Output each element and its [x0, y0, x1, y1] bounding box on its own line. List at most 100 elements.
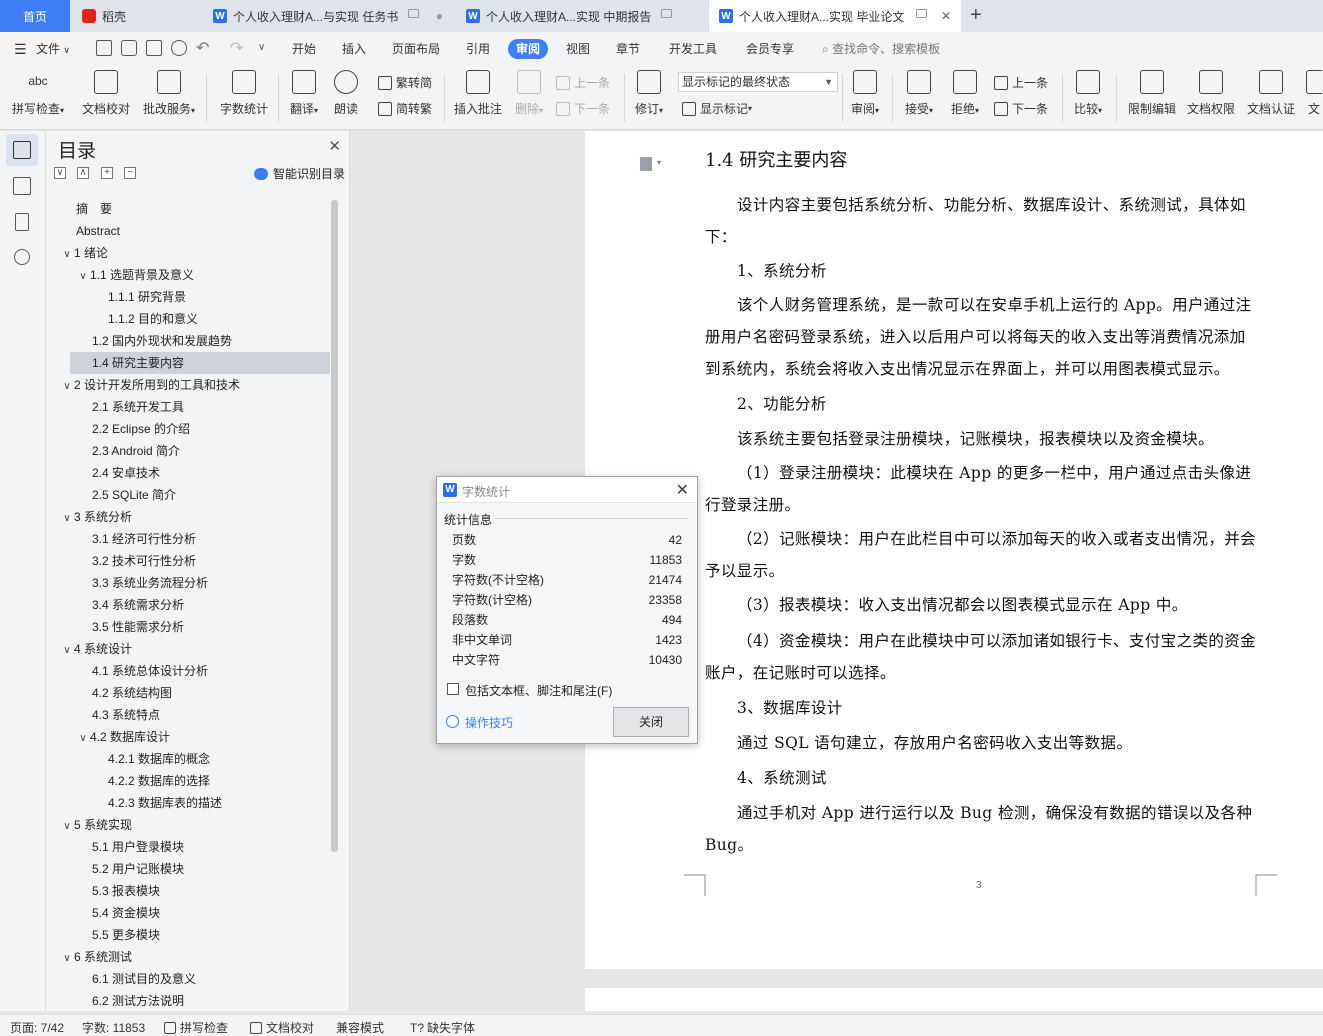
- word-count-button[interactable]: 字数统计: [216, 70, 272, 117]
- document-certify-button[interactable]: 文档认证: [1244, 70, 1298, 117]
- tab-home[interactable]: 首页: [0, 0, 70, 32]
- menu-view[interactable]: 视图: [566, 39, 590, 59]
- redo-icon[interactable]: ↷: [230, 38, 243, 58]
- cloud-icon[interactable]: [661, 9, 672, 18]
- next-change-button[interactable]: 下一条: [994, 100, 1048, 117]
- toc-item[interactable]: ∨ 6 系统测试: [46, 946, 330, 968]
- toc-icon[interactable]: [13, 141, 31, 159]
- close-icon[interactable]: ✕: [328, 137, 341, 155]
- toc-item[interactable]: ∨ 3 系统分析: [46, 506, 330, 528]
- toc-item[interactable]: ∨ 1 绪论: [46, 242, 330, 264]
- chevron-down-icon[interactable]: ∨: [60, 508, 74, 530]
- toc-item[interactable]: 2.2 Eclipse 的介绍: [46, 418, 330, 440]
- menu-member[interactable]: 会员专享: [746, 39, 794, 59]
- page-icon[interactable]: [640, 157, 652, 171]
- toc-item[interactable]: 3.2 技术可行性分析: [46, 550, 330, 572]
- simp-to-trad-button[interactable]: 简转繁: [378, 100, 432, 117]
- hamburger-icon[interactable]: ☰: [14, 41, 27, 58]
- new-tab-button[interactable]: +: [970, 4, 982, 27]
- cloud-icon[interactable]: [408, 9, 419, 18]
- menu-layout[interactable]: 页面布局: [392, 39, 440, 59]
- tab-docer[interactable]: 稻壳: [72, 0, 200, 32]
- toc-item[interactable]: ∨ 1.1 选题背景及意义: [46, 264, 330, 286]
- toc-item[interactable]: 4.2.2 数据库的选择: [46, 770, 330, 792]
- menu-section[interactable]: 章节: [616, 39, 640, 59]
- word-count-indicator[interactable]: 字数: 11853: [82, 1019, 145, 1036]
- menu-developer[interactable]: 开发工具: [669, 39, 717, 59]
- toc-item[interactable]: 5.1 用户登录模块: [46, 836, 330, 858]
- undo-icon[interactable]: ↶: [196, 38, 209, 58]
- search-icon[interactable]: [14, 249, 30, 265]
- tab-dot-icon[interactable]: ●: [436, 9, 443, 23]
- toc-item[interactable]: 2.1 系统开发工具: [46, 396, 330, 418]
- menu-references[interactable]: 引用: [466, 39, 490, 59]
- insert-comment-button[interactable]: 插入批注: [452, 70, 504, 117]
- toc-item[interactable]: 6.1 测试目的及意义: [46, 968, 330, 990]
- collapse-all-icon[interactable]: ∨: [54, 167, 66, 179]
- document-permission-button[interactable]: 文档权限: [1184, 70, 1238, 117]
- read-aloud-button[interactable]: 朗读: [328, 70, 364, 117]
- trad-to-simp-button[interactable]: 繁转简: [378, 74, 432, 91]
- show-markup-button[interactable]: 显示标记 ▾: [682, 100, 752, 117]
- toc-item[interactable]: 3.4 系统需求分析: [46, 594, 330, 616]
- toc-item[interactable]: ∨ 5 系统实现: [46, 814, 330, 836]
- tips-link[interactable]: 操作技巧: [465, 714, 513, 731]
- menu-insert[interactable]: 插入: [342, 39, 366, 59]
- include-textbox-label[interactable]: 包括文本框、脚注和尾注(F): [465, 682, 612, 699]
- next-comment-button[interactable]: 下一条: [556, 100, 610, 117]
- toc-item[interactable]: 4.1 系统总体设计分析: [46, 660, 330, 682]
- chevron-down-icon[interactable]: ∨: [76, 728, 90, 750]
- prev-change-button[interactable]: 上一条: [994, 74, 1048, 91]
- print-icon[interactable]: [146, 40, 162, 56]
- toc-item[interactable]: ∨ 2 设计开发所用到的工具和技术: [46, 374, 330, 396]
- toc-item[interactable]: 2.3 Android 简介: [46, 440, 330, 462]
- toc-item-selected[interactable]: 1.4 研究主要内容: [70, 352, 330, 374]
- toc-item[interactable]: 5.3 报表模块: [46, 880, 330, 902]
- menu-review[interactable]: 审阅: [508, 39, 549, 59]
- play-icon[interactable]: [446, 715, 459, 728]
- tab-doc-task[interactable]: W 个人收入理财A...与实现 任务书 ●: [203, 0, 453, 32]
- menu-file[interactable]: 文件 ∨: [36, 39, 70, 59]
- toc-item[interactable]: 3.1 经济可行性分析: [46, 528, 330, 550]
- toc-item[interactable]: 5.2 用户记账模块: [46, 858, 330, 880]
- remove-heading-icon[interactable]: −: [124, 167, 136, 179]
- toc-item[interactable]: Abstract: [46, 220, 330, 242]
- preview-icon[interactable]: [171, 40, 187, 56]
- track-changes-button[interactable]: 修订▾: [630, 70, 668, 117]
- missing-font[interactable]: T? 缺失字体: [410, 1019, 475, 1036]
- toc-item[interactable]: 3.3 系统业务流程分析: [46, 572, 330, 594]
- status-spell-check[interactable]: 拼写检查: [164, 1019, 228, 1036]
- quick-more-icon[interactable]: ∨: [258, 42, 265, 53]
- markup-mode-select[interactable]: 显示标记的最终状态 ▼: [678, 72, 838, 92]
- toc-item[interactable]: 1.1.1 研究背景: [46, 286, 330, 308]
- chevron-down-icon[interactable]: ∨: [60, 376, 74, 398]
- close-button[interactable]: 关闭: [613, 707, 689, 737]
- toc-item[interactable]: ∨ 4 系统设计: [46, 638, 330, 660]
- compare-button[interactable]: 比较▾: [1068, 70, 1108, 117]
- chevron-down-icon[interactable]: ▾: [657, 158, 661, 167]
- cloud-icon[interactable]: [916, 9, 927, 18]
- toc-item[interactable]: 6.2 测试方法说明: [46, 990, 330, 1006]
- accept-button[interactable]: 接受▾: [900, 70, 938, 117]
- dialog-titlebar[interactable]: W 字数统计 ✕: [437, 477, 697, 503]
- smart-toc-button[interactable]: 智能识别目录: [254, 165, 345, 182]
- reject-button[interactable]: 拒绝▾: [946, 70, 984, 117]
- toc-item[interactable]: 摘 要: [46, 198, 330, 220]
- bookmark-icon[interactable]: [15, 213, 29, 231]
- chevron-down-icon[interactable]: ∨: [76, 266, 90, 288]
- chevron-down-icon[interactable]: ∨: [60, 816, 74, 838]
- toc-item[interactable]: 5.4 资金模块: [46, 902, 330, 924]
- proofread-button[interactable]: 文档校对: [80, 70, 132, 117]
- toc-scrollbar[interactable]: [331, 200, 338, 852]
- status-proofread[interactable]: 文档校对: [250, 1019, 314, 1036]
- chevron-down-icon[interactable]: ∨: [60, 948, 74, 970]
- page-indicator[interactable]: 页面: 7/42: [10, 1019, 64, 1036]
- include-textbox-checkbox[interactable]: [447, 683, 459, 695]
- toc-item[interactable]: 4.2.1 数据库的概念: [46, 748, 330, 770]
- close-icon[interactable]: ✕: [941, 9, 951, 23]
- export-icon[interactable]: [121, 40, 137, 56]
- add-heading-icon[interactable]: +: [101, 167, 113, 179]
- document-next-page[interactable]: [585, 988, 1323, 1011]
- translate-button[interactable]: 翻译▾: [284, 70, 324, 117]
- command-search[interactable]: ⌕ 查找命令、搜索模板: [822, 39, 940, 59]
